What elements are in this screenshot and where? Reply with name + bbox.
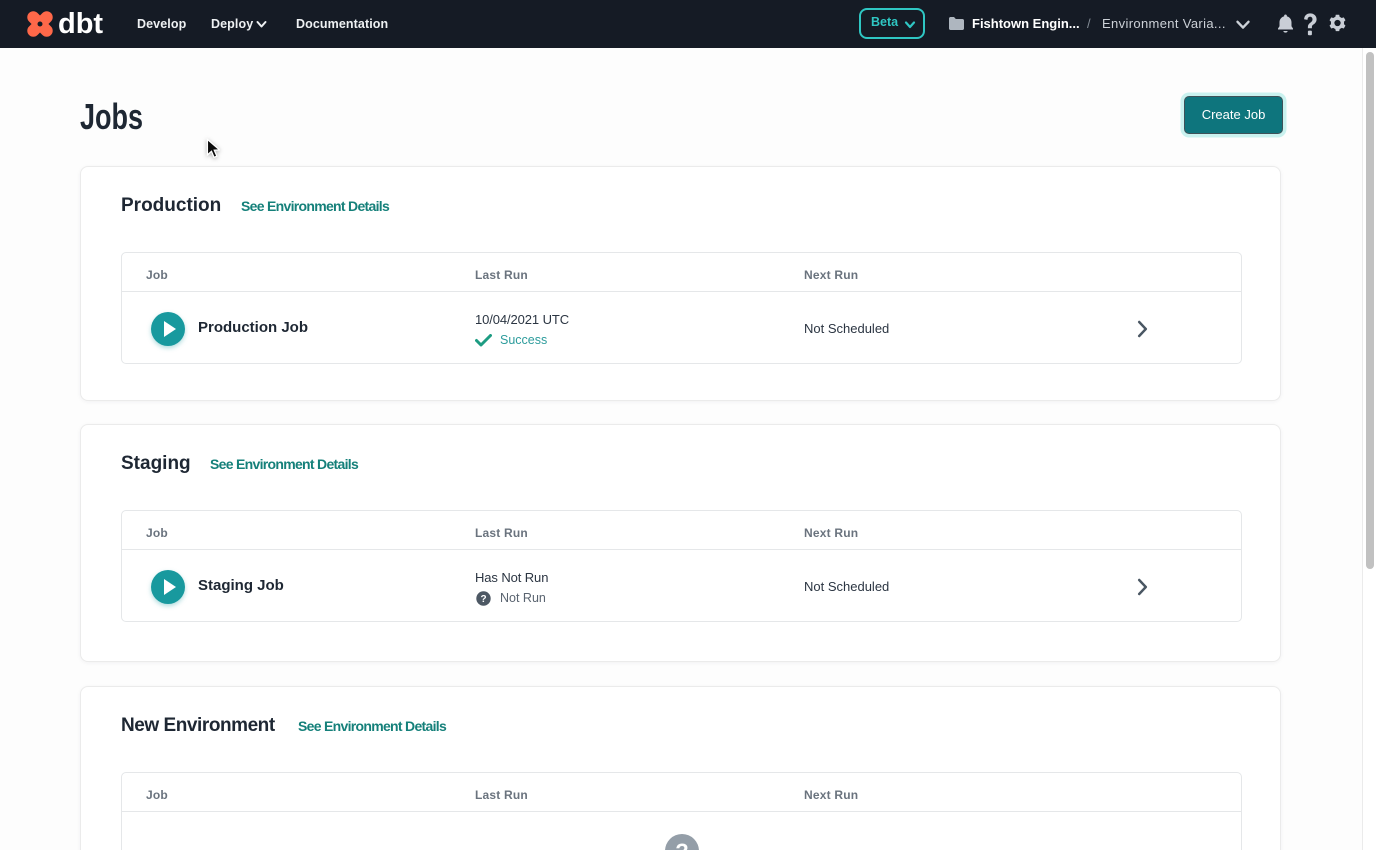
svg-text:?: ?: [675, 839, 688, 850]
svg-text:?: ?: [480, 594, 486, 605]
